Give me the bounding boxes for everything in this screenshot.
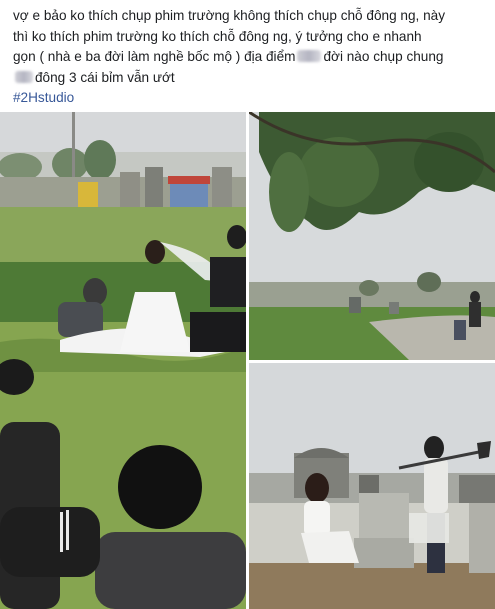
photo-couple-field[interactable] bbox=[0, 112, 246, 609]
redacted-word bbox=[15, 70, 33, 83]
post-text-line-1: vợ e bảo ko thích chụp phim trường không… bbox=[13, 8, 445, 23]
redacted-location bbox=[297, 50, 322, 62]
post-text-line-2: thì ko thích phim trường ko thích chỗ đô… bbox=[13, 28, 422, 44]
post-text-line-3: gọn ( nhà e ba đời làm nghề bốc mộ ) địa… bbox=[13, 49, 444, 64]
post-text-line-4: đông 3 cái bỉm vẫn ướt bbox=[13, 68, 487, 89]
post-text: vợ e bảo ko thích chụp phim trường không… bbox=[13, 6, 487, 109]
photo-tree-cemetery-image bbox=[249, 112, 495, 360]
photo-couple-field-image bbox=[0, 112, 246, 609]
hashtag-link[interactable]: #2Hstudio bbox=[13, 90, 74, 105]
hashtag-line: #2Hstudio bbox=[13, 88, 487, 109]
photo-tree-cemetery[interactable] bbox=[249, 112, 495, 360]
photo-bride-shovel-image bbox=[249, 363, 495, 609]
photo-bride-shovel[interactable] bbox=[249, 363, 495, 609]
